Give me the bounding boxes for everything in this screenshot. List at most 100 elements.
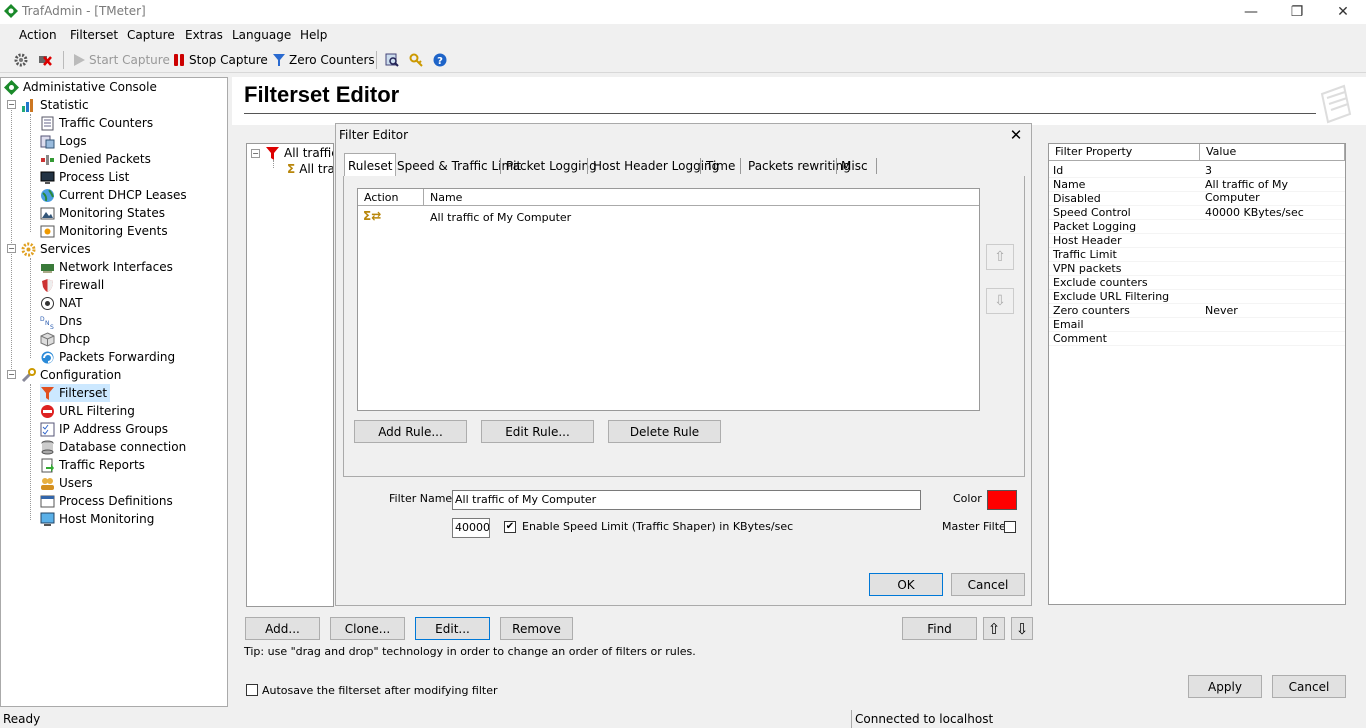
menu-extras[interactable]: Extras	[185, 28, 223, 42]
master-filter-checkbox[interactable]	[1004, 521, 1016, 533]
menu-help[interactable]: Help	[300, 28, 327, 42]
property-name: Exclude counters	[1053, 276, 1148, 289]
tree-item-traffic-counters[interactable]: Traffic Counters	[40, 114, 153, 132]
filterset-tree: − All traffic o Σ All traf	[246, 143, 334, 607]
column-header-action[interactable]: Action	[358, 189, 424, 206]
tree-item-url-filtering[interactable]: URL Filtering	[40, 402, 135, 420]
rule-node[interactable]: Σ All traf	[287, 160, 333, 178]
property-row[interactable]: Speed Control 40000 KBytes/sec	[1049, 206, 1345, 220]
filter-name-input[interactable]: All traffic of My Computer	[452, 490, 921, 510]
shield-icon	[42, 278, 53, 292]
tree-item-monitoring-events[interactable]: Monitoring Events	[40, 222, 168, 240]
tab-misc[interactable]: Misc	[838, 155, 871, 176]
key-button[interactable]	[409, 51, 423, 69]
property-row[interactable]: Email	[1049, 318, 1345, 332]
speed-limit-input[interactable]: 40000	[452, 518, 490, 538]
expander-configuration[interactable]: −	[7, 370, 16, 379]
tree-item-firewall[interactable]: Firewall	[40, 276, 104, 294]
tree-item-dhcp[interactable]: Dhcp	[40, 330, 90, 348]
tab-packet-logging[interactable]: Packet Logging	[503, 155, 600, 176]
tree-item-users[interactable]: Users	[40, 474, 93, 492]
tree-item-host-monitoring[interactable]: Host Monitoring	[40, 510, 154, 528]
tree-item-packets-forwarding[interactable]: Packets Forwarding	[40, 348, 175, 366]
property-row[interactable]: Zero counters Never	[1049, 304, 1345, 318]
expander-filter[interactable]: −	[251, 149, 260, 158]
minimize-button[interactable]: —	[1228, 0, 1274, 24]
tree-services[interactable]: Services	[21, 240, 91, 258]
menu-filterset[interactable]: Filterset	[70, 28, 118, 42]
property-row[interactable]: Traffic Limit	[1049, 248, 1345, 262]
ok-button[interactable]: OK	[869, 573, 943, 596]
apply-button[interactable]: Apply	[1188, 675, 1262, 698]
tree-item-dhcp-leases[interactable]: Current DHCP Leases	[40, 186, 187, 204]
menu-action[interactable]: Action	[19, 28, 57, 42]
property-row[interactable]: Disabled	[1049, 192, 1345, 206]
tree-item-nat[interactable]: NAT	[40, 294, 83, 312]
autosave-checkbox[interactable]	[246, 684, 258, 696]
column-header-name[interactable]: Name	[424, 189, 979, 206]
document-watermark-icon	[1320, 84, 1352, 124]
delete-rule-button[interactable]: Delete Rule	[608, 420, 721, 443]
color-swatch[interactable]	[987, 490, 1017, 510]
find-button[interactable]: Find	[902, 617, 977, 640]
help-button[interactable]: ?	[433, 51, 447, 69]
move-rule-down-button[interactable]: ⇩	[986, 288, 1014, 314]
navigation-tree: Administative Console − Statistic Traffi…	[0, 77, 228, 707]
property-row[interactable]: Packet Logging	[1049, 220, 1345, 234]
tree-item-logs[interactable]: Logs	[40, 132, 87, 150]
settings-button[interactable]	[14, 51, 28, 69]
tree-root[interactable]: Administative Console	[4, 78, 157, 96]
tree-configuration[interactable]: Configuration	[21, 366, 121, 384]
tab-ruleset[interactable]: Ruleset	[344, 153, 397, 177]
tree-item-database-connection[interactable]: Database connection	[40, 438, 186, 456]
menu-language[interactable]: Language	[232, 28, 291, 42]
clone-filter-button[interactable]: Clone...	[330, 617, 405, 640]
stop-capture-button[interactable]: Stop Capture	[172, 51, 268, 69]
dialog-close-button[interactable]: ✕	[1004, 124, 1028, 146]
tree-item-filterset[interactable]: Filterset	[40, 384, 111, 402]
add-filter-button[interactable]: Add...	[245, 617, 320, 640]
speed-limit-checkbox[interactable]: ✔	[504, 521, 516, 533]
tree-item-ip-address-groups[interactable]: IP Address Groups	[40, 420, 168, 438]
remove-filter-button[interactable]: Remove	[500, 617, 573, 640]
edit-filter-button[interactable]: Edit...	[415, 617, 490, 640]
tab-time[interactable]: Time	[703, 155, 738, 176]
editor-cancel-button[interactable]: Cancel	[1272, 675, 1346, 698]
property-row[interactable]: Exclude URL Filtering	[1049, 290, 1345, 304]
status-connection: Connected to localhost	[855, 712, 994, 726]
tree-item-denied-packets[interactable]: Denied Packets	[40, 150, 151, 168]
property-row[interactable]: Comment	[1049, 332, 1345, 346]
move-filter-down-button[interactable]: ⇩	[1011, 617, 1033, 640]
add-rule-button[interactable]: Add Rule...	[354, 420, 467, 443]
close-window-button[interactable]: ✕	[1320, 0, 1366, 24]
edit-rule-button[interactable]: Edit Rule...	[481, 420, 594, 443]
stop-icon	[174, 54, 184, 66]
expander-statistic[interactable]: −	[7, 100, 16, 109]
tree-statistic[interactable]: Statistic	[21, 96, 89, 114]
menu-capture[interactable]: Capture	[127, 28, 175, 42]
restore-button[interactable]: ❐	[1274, 0, 1320, 24]
move-filter-up-button[interactable]: ⇧	[983, 617, 1005, 640]
move-rule-up-button[interactable]: ⇧	[986, 244, 1014, 270]
column-header-value[interactable]: Value	[1200, 144, 1345, 161]
dialog-cancel-button[interactable]: Cancel	[951, 573, 1025, 596]
tree-item-process-list[interactable]: Process List	[40, 168, 129, 186]
column-header-property[interactable]: Filter Property	[1049, 144, 1200, 161]
table-row[interactable]: Σ⇄ All traffic of My Computer	[358, 208, 979, 226]
tree-item-network-interfaces[interactable]: Network Interfaces	[40, 258, 173, 276]
property-row[interactable]: Name All traffic of My Computer	[1049, 178, 1345, 204]
tree-item-monitoring-states[interactable]: Monitoring States	[40, 204, 165, 222]
tree-item-process-definitions[interactable]: Process Definitions	[40, 492, 173, 510]
tree-item-traffic-reports[interactable]: Traffic Reports	[40, 456, 145, 474]
disconnect-button[interactable]	[38, 51, 52, 69]
property-row[interactable]: Id 3	[1049, 164, 1345, 178]
property-row[interactable]: Exclude counters	[1049, 276, 1345, 290]
search-button[interactable]	[385, 51, 399, 69]
property-row[interactable]: VPN packets	[1049, 262, 1345, 276]
zero-counters-button[interactable]: Zero Counters	[272, 51, 375, 69]
window-icon	[40, 495, 55, 507]
expander-services[interactable]: −	[7, 244, 16, 253]
tree-item-dns[interactable]: D N S Dns	[40, 312, 82, 330]
start-capture-button[interactable]: Start Capture	[72, 51, 170, 69]
property-row[interactable]: Host Header	[1049, 234, 1345, 248]
